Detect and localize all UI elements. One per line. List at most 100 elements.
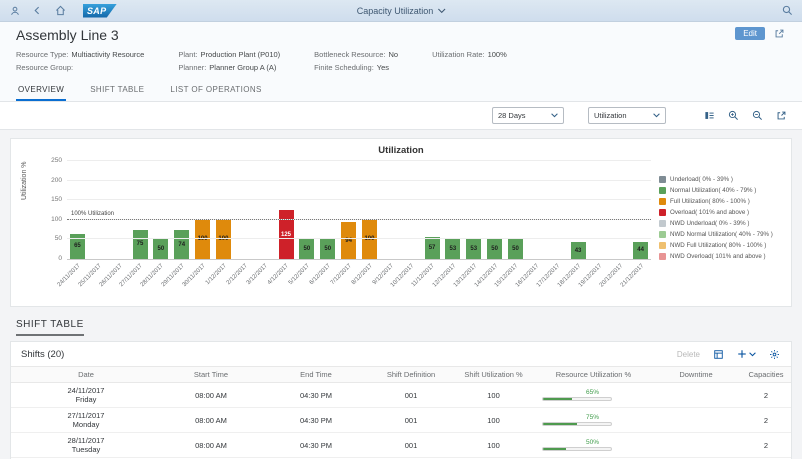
resource-utilization-cell: 50% [536,439,651,452]
table-row[interactable]: 24/11/2017Friday08:00 AM04:30 PM00110065… [11,383,791,408]
gridline [67,160,651,161]
zoom-in-icon[interactable] [726,109,740,123]
bar-slot [547,162,568,259]
column-header[interactable]: Resource Utilization % [536,370,651,379]
legend-item: NWD Full Utilization( 80% - 100% ) [659,242,781,249]
bar-slot: 50 [296,162,317,259]
utilization-bar[interactable]: 44 [633,242,648,259]
shift-utilization-cell: 100 [451,391,536,400]
legend-item: Normal Utilization( 40% - 79% ) [659,187,781,194]
utilization-bar[interactable]: 50 [320,239,335,259]
utilization-bar[interactable]: 65 [70,234,85,259]
weekday-value: Friday [11,395,161,404]
facet-label: Finite Scheduling: [314,63,374,72]
column-header[interactable]: Start Time [161,370,261,379]
facet-row: Finite Scheduling:Yes [314,63,398,72]
gridline [67,199,651,200]
utilization-bar[interactable]: 100 [362,220,377,259]
zoom-out-icon[interactable] [750,109,764,123]
utilization-bar[interactable]: 75 [133,230,148,259]
legend-label: Underload( 0% - 39% ) [670,176,733,183]
facet-label: Planner: [178,63,206,72]
column-header[interactable]: Shift Definition [371,370,451,379]
reference-line-label: 100% Utilization [71,211,114,217]
facet-value: Multiactivity Resource [71,50,144,59]
gridline [67,180,651,181]
tab-overview[interactable]: OVERVIEW [16,81,66,101]
section-title-shift-table[interactable]: SHIFT TABLE [16,319,84,336]
home-icon[interactable] [54,4,67,17]
tab-list-of-operations[interactable]: LIST OF OPERATIONS [168,81,263,101]
utilization-bar[interactable]: 53 [466,238,481,259]
facet-row: Planner:Planner Group A (A) [178,63,280,72]
tab-shift-table[interactable]: SHIFT TABLE [88,81,146,101]
chevron-down-icon [653,113,660,118]
back-icon[interactable] [31,4,44,17]
share-icon[interactable] [773,27,786,40]
utilization-bar[interactable]: 50 [487,239,502,259]
resource-utilization-cell: 75% [536,414,651,427]
resource-utilization-bar [542,447,612,451]
column-header[interactable]: Date [11,370,161,379]
utilization-bar[interactable]: 74 [174,230,189,259]
legend-toggle-icon[interactable] [702,109,716,123]
bar-value-label: 57 [429,245,436,251]
utilization-bar[interactable]: 57 [425,237,440,259]
facet-row: Resource Type:Multiactivity Resource [16,50,144,59]
utilization-bar[interactable]: 50 [508,239,523,259]
period-select[interactable]: 28 Days [492,107,564,124]
utilization-bar[interactable]: 50 [153,239,168,259]
legend-label: Overload( 101% and above ) [670,209,749,216]
legend-label: Full Utilization( 80% - 100% ) [670,198,750,205]
settings-icon[interactable] [768,348,781,361]
resource-utilization-value: 50% [586,439,599,447]
table-row[interactable]: 28/11/2017Tuesday08:00 AM04:30 PM0011005… [11,433,791,458]
bar-slot: 100 [359,162,380,259]
column-header[interactable]: Downtime [651,370,741,379]
utilization-bar[interactable]: 53 [445,238,460,259]
bar-slot: 50 [505,162,526,259]
gridline [67,238,651,239]
metric-select[interactable]: Utilization [588,107,666,124]
edit-button[interactable]: Edit [735,27,765,40]
shift-definition-cell: 001 [371,391,451,400]
shift-utilization-cell: 100 [451,441,536,450]
bar-value-label: 53 [470,246,477,252]
fullscreen-icon[interactable] [774,109,788,123]
bar-slot [526,162,547,259]
search-icon[interactable] [781,4,794,17]
shifts-list-title: Shifts (20) [21,349,64,360]
table-row[interactable]: 27/11/2017Monday08:00 AM04:30 PM00110075… [11,408,791,433]
bar-slot: 53 [442,162,463,259]
legend-swatch [659,187,666,194]
legend-swatch [659,253,666,260]
chevron-down-icon [749,352,756,357]
legend-swatch [659,231,666,238]
column-header[interactable]: Capacities [741,370,791,379]
facet-column: Bottleneck Resource:NoFinite Scheduling:… [314,50,398,72]
metric-select-value: Utilization [594,111,627,120]
export-icon[interactable] [712,348,725,361]
legend-swatch [659,220,666,227]
user-icon[interactable] [8,4,21,17]
add-button[interactable] [737,349,756,359]
delete-button[interactable]: Delete [677,350,700,359]
shell-title-menu[interactable]: Capacity Utilization [357,6,446,16]
bar-slot: 100 [192,162,213,259]
y-tick-label: 50 [55,235,62,242]
bar-slot: 100 [213,162,234,259]
column-header[interactable]: Shift Utilization % [451,370,536,379]
utilization-bar[interactable]: 100 [195,220,210,259]
utilization-bar[interactable]: 43 [571,242,586,259]
facet-value: No [388,50,398,59]
resource-utilization-fill [543,448,566,450]
facet-label: Resource Type: [16,50,68,59]
column-header[interactable]: End Time [261,370,371,379]
legend-item: Underload( 0% - 39% ) [659,176,781,183]
start-time-cell: 08:00 AM [161,416,261,425]
utilization-bar[interactable]: 50 [299,239,314,259]
utilization-bar[interactable]: 94 [341,222,356,259]
utilization-bar[interactable]: 125 [279,210,294,259]
legend-item: NWD Overload( 101% and above ) [659,253,781,260]
utilization-bar[interactable]: 100 [216,220,231,259]
